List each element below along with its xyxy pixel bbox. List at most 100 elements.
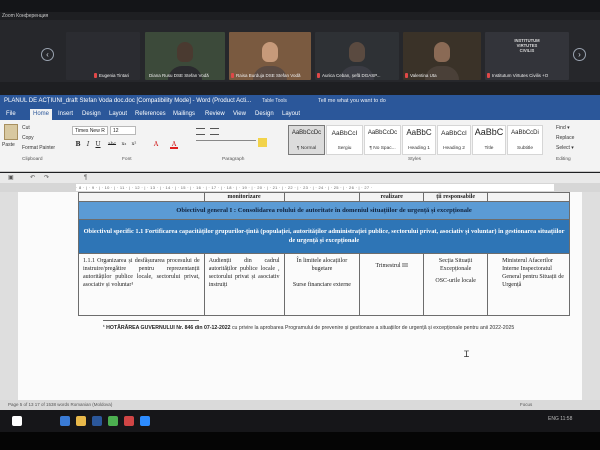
participant-tile[interactable]: Raisa Burduja DSE Stefan Vodă bbox=[229, 32, 311, 80]
style-normal[interactable]: AaBbCcDc ¶ Normal bbox=[288, 125, 325, 155]
status-page-info: Page 5 of 13 17 of 1538 words Romanian (… bbox=[8, 402, 113, 407]
font-size-box[interactable]: 12 bbox=[110, 126, 136, 135]
objective-general-row: Obiectivul general I : Consolidarea rolu… bbox=[78, 201, 570, 220]
numbering-icon[interactable] bbox=[210, 128, 219, 135]
cut-button[interactable]: Cut bbox=[22, 125, 30, 131]
shading-icon[interactable] bbox=[258, 138, 267, 147]
header-cell: realizare bbox=[359, 192, 425, 202]
style-title[interactable]: AaBbC Title bbox=[472, 125, 506, 155]
participant-video bbox=[434, 42, 450, 62]
redo-icon[interactable]: ↷ bbox=[44, 173, 49, 183]
mic-muted-icon bbox=[405, 73, 408, 78]
meeting-app-title: Zoom Конференция bbox=[2, 13, 49, 19]
taskbar-app-icon[interactable] bbox=[60, 416, 70, 426]
underline-button[interactable]: U bbox=[94, 140, 102, 149]
participant-name: Diana Rusu DSE Stefan Vodă bbox=[149, 73, 209, 78]
status-focus[interactable]: Focus bbox=[520, 400, 532, 410]
tab-table-layout[interactable]: Layout bbox=[282, 109, 300, 120]
tell-me-search[interactable]: Tell me what you want to do bbox=[318, 95, 386, 108]
taskbar-app-icon[interactable] bbox=[92, 416, 102, 426]
participant-tile[interactable]: Valentina Uta bbox=[403, 32, 481, 80]
style-sergiu[interactable]: AaBbCcI Sergiu bbox=[326, 125, 363, 155]
table-row: 1.1.1 Organizarea și desfășurarea proces… bbox=[78, 253, 570, 316]
style-heading-2[interactable]: AaBbCcI Heading 2 bbox=[437, 125, 471, 155]
style-no-spacing[interactable]: AaBbCcDc ¶ No Spac... bbox=[364, 125, 401, 155]
footnote-reference: ¹ HOTĂRÂREA GUVERNULUI Nr. 846 din 07-12… bbox=[103, 325, 231, 331]
find-button[interactable]: Find ▾ bbox=[556, 125, 570, 131]
ribbon-tabs: File Home Insert Design Layout Reference… bbox=[0, 108, 600, 120]
objective-general-text: Obiectivul general I : Consolidarea rolu… bbox=[78, 201, 570, 220]
table-header-row: monitorizare realizare ții responsabile bbox=[78, 192, 570, 202]
alignment-icons[interactable] bbox=[196, 140, 256, 147]
undo-icon[interactable]: ↶ bbox=[30, 173, 35, 183]
screen: Zoom Конференция ‹ › Eugenia Tintari Dia… bbox=[0, 0, 600, 450]
taskbar-app-icon[interactable] bbox=[124, 416, 134, 426]
footnote-text: cu privire la aprobarea Programului de p… bbox=[230, 325, 515, 331]
header-cell bbox=[283, 192, 361, 202]
system-tray-clock[interactable]: ENG 11:58 bbox=[548, 416, 572, 422]
participant-name: Valentina Uta bbox=[410, 73, 437, 78]
tab-mailings[interactable]: Mailings bbox=[173, 109, 195, 120]
font-name-box[interactable]: Times New R bbox=[72, 126, 108, 135]
header-cell: monitorizare bbox=[203, 192, 285, 202]
document-page[interactable]: monitorizare realizare ții responsabile … bbox=[18, 192, 582, 400]
bold-button[interactable]: B bbox=[74, 140, 82, 149]
horizontal-ruler[interactable]: · 8 · | · 9 · | · 10 · | · 11 · | · 12 ·… bbox=[0, 183, 600, 192]
start-icon[interactable] bbox=[12, 416, 22, 426]
footnote: ¹ HOTĂRÂREA GUVERNULUI Nr. 846 din 07-12… bbox=[103, 325, 573, 331]
tab-review[interactable]: Review bbox=[205, 109, 225, 120]
participant-tile[interactable]: Eugenia Tintari bbox=[66, 32, 140, 80]
next-page-icon[interactable]: › bbox=[573, 48, 586, 61]
tab-view[interactable]: View bbox=[233, 109, 246, 120]
group-label-clipboard: Clipboard bbox=[22, 157, 43, 162]
highlight-button[interactable]: A bbox=[152, 140, 160, 149]
tab-references[interactable]: References bbox=[135, 109, 166, 120]
save-icon[interactable]: ▣ bbox=[8, 173, 14, 183]
paste-icon[interactable] bbox=[4, 124, 18, 140]
participant-name: Institutum Virtutes Civilis +O bbox=[492, 73, 549, 78]
taskbar-app-icon[interactable] bbox=[140, 416, 150, 426]
header-cell bbox=[78, 192, 205, 202]
participant-tile[interactable]: Aurica Ceban, șefă DGASP... bbox=[315, 32, 399, 80]
taskbar-app-icon[interactable] bbox=[108, 416, 118, 426]
subscript-button[interactable]: x₂ bbox=[120, 140, 128, 149]
participant-video bbox=[262, 42, 278, 62]
tab-table-design[interactable]: Design bbox=[255, 109, 274, 120]
document-canvas[interactable]: monitorizare realizare ții responsabile … bbox=[0, 192, 600, 400]
previous-page-icon[interactable]: ‹ bbox=[41, 48, 54, 61]
word-title-bar: PLANUL DE ACȚIUNI_draft Stefan Voda doc.… bbox=[0, 95, 600, 108]
tab-insert[interactable]: Insert bbox=[58, 109, 73, 120]
taskbar-app-icon[interactable] bbox=[76, 416, 86, 426]
paste-button[interactable]: Paste bbox=[2, 142, 15, 148]
style-heading-1[interactable]: AaBbC Heading 1 bbox=[402, 125, 436, 155]
action-plan-table: monitorizare realizare ții responsabile … bbox=[78, 192, 570, 316]
format-painter-button[interactable]: Format Painter bbox=[22, 145, 55, 151]
responsible-cell: Secția Situații Excepționale OSC-urile l… bbox=[423, 253, 489, 316]
copy-button[interactable]: Copy bbox=[22, 135, 34, 141]
footnote-separator bbox=[103, 320, 199, 321]
paragraph-mark-icon[interactable]: ¶ bbox=[84, 173, 87, 183]
tab-layout[interactable]: Layout bbox=[109, 109, 127, 120]
style-subtitle[interactable]: AaBbCcDi Subtitle bbox=[507, 125, 543, 155]
bullets-icon[interactable] bbox=[196, 128, 205, 135]
tab-file[interactable]: File bbox=[6, 109, 16, 120]
italic-button[interactable]: I bbox=[84, 140, 92, 149]
paragraph-controls bbox=[196, 128, 276, 148]
participant-tile[interactable]: Diana Rusu DSE Stefan Vodă bbox=[145, 32, 225, 80]
objective-specific-text: Obiectivul specific 1.1 Fortificarea cap… bbox=[78, 219, 570, 254]
participant-tile[interactable]: INSTITUTUM VIRTUTES CIVILIS Institutum V… bbox=[485, 32, 569, 80]
table-tools-label: Table Tools bbox=[262, 98, 287, 104]
indicator-cell: Audienții din cadrul autorităților publi… bbox=[203, 253, 285, 316]
superscript-button[interactable]: x² bbox=[130, 140, 138, 149]
select-button[interactable]: Select ▾ bbox=[556, 145, 574, 151]
institution-logo: INSTITUTUM VIRTUTES CIVILIS bbox=[514, 38, 540, 53]
objective-specific-row: Obiectivul specific 1.1 Fortificarea cap… bbox=[78, 219, 570, 254]
source-text: Surse financiare externe bbox=[292, 282, 351, 288]
home-ribbon: Paste Cut Copy Format Painter Clipboard … bbox=[0, 120, 600, 172]
font-color-button[interactable]: A bbox=[170, 140, 178, 149]
tab-design[interactable]: Design bbox=[82, 109, 101, 120]
replace-button[interactable]: Replace bbox=[556, 135, 574, 141]
tab-home[interactable]: Home bbox=[30, 109, 53, 120]
strikethrough-button[interactable]: abc bbox=[106, 140, 118, 149]
group-label-paragraph: Paragraph bbox=[222, 157, 245, 162]
